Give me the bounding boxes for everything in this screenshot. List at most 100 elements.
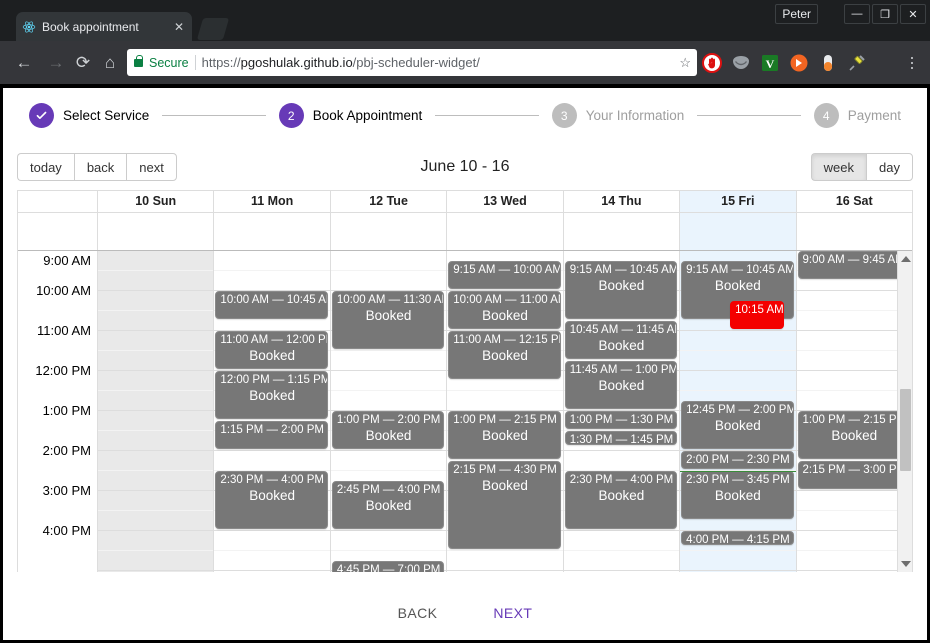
- calendar-event-selected[interactable]: 10:15 AM: [730, 301, 784, 329]
- calendar-event[interactable]: 9:00 AM — 9:45 AM: [797, 251, 910, 279]
- window-user-label[interactable]: Peter: [775, 4, 818, 24]
- new-tab-button[interactable]: [196, 18, 230, 40]
- calendar-event[interactable]: 2:00 PM — 2:30 PM: [681, 451, 794, 469]
- all-day-cell-fri[interactable]: [680, 213, 797, 250]
- browser-menu-icon[interactable]: ⋮: [902, 55, 922, 70]
- week-view-button[interactable]: week: [810, 153, 867, 181]
- step-1-label: Select Service: [63, 108, 150, 123]
- calendar-event[interactable]: 10:00 AM — 10:45 AM: [215, 291, 328, 319]
- event-time: 12:00 PM — 1:15 PM: [220, 374, 328, 386]
- day-header-wed[interactable]: 13 Wed: [447, 191, 564, 212]
- scroll-down-arrow-icon[interactable]: [901, 561, 911, 567]
- current-time-indicator: [680, 471, 796, 472]
- calendar-event[interactable]: 1:00 PM — 1:30 PM: [564, 411, 678, 429]
- all-day-cell-thu[interactable]: [564, 213, 681, 250]
- day-column-wed[interactable]: 9:15 AM — 10:00 AM 10:00 AM — 11:00 AM Boo…: [447, 251, 564, 572]
- close-button[interactable]: ✕: [900, 4, 926, 24]
- day-column-mon[interactable]: 10:00 AM — 10:45 AM 11:00 AM — 12:00 PM Bo…: [214, 251, 331, 572]
- day-header-fri[interactable]: 15 Fri: [680, 191, 797, 212]
- orange-pill-icon[interactable]: [818, 53, 838, 73]
- forward-icon[interactable]: →: [44, 51, 68, 75]
- step-2-circle: 2: [278, 103, 304, 128]
- event-time: 10:00 AM — 11:30 AM: [336, 294, 445, 306]
- day-column-tue[interactable]: 10:00 AM — 11:30 AM Booked 1:00 PM — 2:00 …: [330, 251, 448, 572]
- grid-half-hour-line: [563, 531, 680, 551]
- calendar-event[interactable]: 4:45 PM — 7:00 PM: [331, 561, 445, 572]
- calendar-event[interactable]: 12:00 PM — 1:15 PM Booked: [215, 371, 328, 419]
- footer-next-button[interactable]: NEXT: [493, 605, 532, 621]
- step-your-information[interactable]: 3 Your Information: [551, 103, 684, 128]
- day-view-button[interactable]: day: [866, 153, 913, 181]
- step-book-appointment[interactable]: 2 Book Appointment: [278, 103, 422, 128]
- day-column-fri[interactable]: 9:15 AM — 10:45 AM Booked 10:15 AM 12:45 PM…: [680, 251, 797, 572]
- all-day-cell-wed[interactable]: [447, 213, 564, 250]
- all-day-cell-mon[interactable]: [214, 213, 331, 250]
- calendar-event[interactable]: 1:00 PM — 2:15 PM Booked: [797, 411, 910, 459]
- calendar-event[interactable]: 2:30 PM — 4:00 PM Booked: [215, 471, 328, 529]
- event-title: Booked: [714, 488, 761, 503]
- grid-hour-line: [796, 291, 912, 331]
- day-column-sun[interactable]: [98, 251, 215, 572]
- calendar-event[interactable]: 11:00 AM — 12:00 PM Booked: [215, 331, 328, 369]
- calendar-scrollbar[interactable]: [897, 251, 912, 572]
- browser-tab[interactable]: Book appointment ✕: [16, 12, 192, 41]
- grid-hour-line: [680, 571, 795, 572]
- vimium-v-icon[interactable]: V: [760, 53, 780, 73]
- back-icon[interactable]: ←: [12, 51, 36, 75]
- url-path: /pbj-scheduler-widget/: [352, 55, 480, 70]
- scroll-up-arrow-icon[interactable]: [901, 256, 911, 262]
- calendar-event[interactable]: 1:00 PM — 2:15 PM Booked: [448, 411, 561, 459]
- event-time: 2:30 PM — 3:45 PM: [686, 474, 790, 486]
- today-button[interactable]: today: [17, 153, 74, 181]
- event-title: Booked: [482, 428, 528, 443]
- stop-hand-icon[interactable]: [702, 52, 722, 73]
- day-header-sat[interactable]: 16 Sat: [797, 191, 912, 212]
- calendar-event[interactable]: 12:45 PM — 2:00 PM Booked: [681, 401, 794, 449]
- all-day-cell-sun[interactable]: [98, 213, 215, 250]
- minimize-button[interactable]: —: [844, 4, 870, 24]
- day-column-thu[interactable]: 9:15 AM — 10:45 AM Booked 10:45 AM — 11:45…: [563, 251, 681, 572]
- day-column-sat[interactable]: 9:00 AM — 9:45 AM 1:00 PM — 2:15 PM Booked…: [796, 251, 912, 572]
- day-header-sun[interactable]: 10 Sun: [98, 191, 215, 212]
- orange-arrow-icon[interactable]: [789, 53, 809, 73]
- day-header-mon[interactable]: 11 Mon: [214, 191, 331, 212]
- calendar-event[interactable]: 9:15 AM — 10:00 AM: [448, 261, 561, 289]
- calendar-event[interactable]: 1:15 PM — 2:00 PM: [215, 421, 328, 449]
- calendar-event[interactable]: 1:30 PM — 1:45 PM: [564, 431, 678, 445]
- maximize-button[interactable]: ❐: [872, 4, 898, 24]
- calendar-event[interactable]: 10:00 AM — 11:00 AM Booked: [448, 291, 561, 329]
- all-day-cell-sat[interactable]: [797, 213, 912, 250]
- calendar-event[interactable]: 2:30 PM — 3:45 PM Booked: [681, 471, 794, 519]
- calendar-event[interactable]: 4:00 PM — 4:15 PM: [681, 531, 794, 545]
- syringe-icon[interactable]: [847, 53, 867, 73]
- back-button[interactable]: back: [73, 153, 127, 181]
- day-header-thu[interactable]: 14 Thu: [564, 191, 681, 212]
- step-payment[interactable]: 4 Payment: [813, 103, 901, 128]
- calendar-event[interactable]: 1:00 PM — 2:00 PM Booked: [331, 411, 445, 449]
- calendar-event[interactable]: 2:15 PM — 3:00 PM: [797, 461, 910, 489]
- bookmark-star-icon[interactable]: ☆: [679, 55, 691, 71]
- tab-close-icon[interactable]: ✕: [172, 20, 186, 34]
- next-button[interactable]: next: [126, 153, 177, 181]
- time-gutter-header: [18, 191, 98, 212]
- calendar-event[interactable]: 11:45 AM — 1:00 PM Booked: [564, 361, 678, 409]
- home-icon[interactable]: ⌂: [98, 51, 122, 75]
- calendar-event[interactable]: 2:15 PM — 4:30 PM Booked: [448, 461, 561, 549]
- calendar-event[interactable]: 10:45 AM — 11:45 AM Booked: [564, 321, 678, 359]
- footer-back-button[interactable]: BACK: [398, 605, 438, 621]
- day-header-tue[interactable]: 12 Tue: [331, 191, 448, 212]
- step-4-label: Payment: [847, 108, 901, 123]
- scroll-thumb[interactable]: [900, 389, 911, 471]
- calendar-event[interactable]: 11:00 AM — 12:15 PM Booked: [448, 331, 561, 379]
- calendar-event[interactable]: 9:15 AM — 10:45 AM Booked: [564, 261, 678, 319]
- calendar-event[interactable]: 2:45 PM — 4:00 PM Booked: [331, 481, 445, 529]
- shield-hat-icon[interactable]: [731, 53, 751, 73]
- all-day-cell-tue[interactable]: [331, 213, 448, 250]
- reload-icon[interactable]: ⟳: [71, 51, 95, 75]
- address-bar[interactable]: Secure https://pgoshulak.github.io/pbj-s…: [127, 49, 697, 76]
- calendar-event[interactable]: 10:00 AM — 11:30 AM Booked: [331, 291, 445, 349]
- window-titlebar: Peter — ❐ ✕ Book appointment ✕: [0, 0, 930, 41]
- calendar-event[interactable]: 2:30 PM — 4:00 PM Booked: [564, 471, 678, 529]
- grid-hour-line: [98, 491, 214, 531]
- step-select-service[interactable]: Select Service: [29, 103, 149, 128]
